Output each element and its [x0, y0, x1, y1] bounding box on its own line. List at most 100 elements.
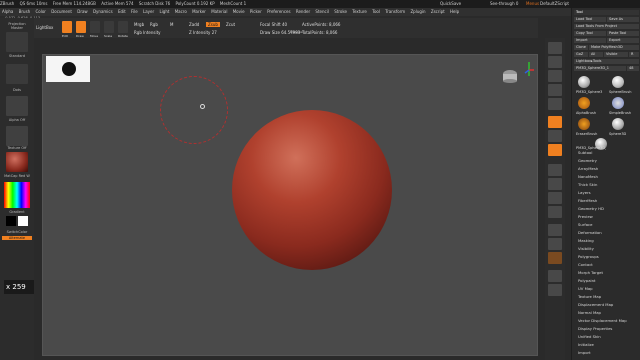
z-intensity-slider[interactable]: Z Intensity 27	[189, 30, 217, 35]
local-button[interactable]	[548, 144, 562, 156]
menu-marker[interactable]: Marker	[192, 9, 206, 14]
frame-button[interactable]	[548, 164, 562, 176]
subpanel-display-properties[interactable]: Display Properties	[578, 326, 612, 331]
quicksave-button[interactable]: QuickSave	[440, 0, 461, 8]
menu-transform[interactable]: Transform	[385, 9, 405, 14]
tool-thumb-sphere3d[interactable]	[612, 118, 624, 130]
tool-thumb-eraserbrush[interactable]	[578, 118, 590, 130]
subpanel-texture-map[interactable]: Texture Map	[578, 294, 601, 299]
menu-edit[interactable]: Edit	[118, 9, 126, 14]
subpanel-import[interactable]: Import	[578, 350, 591, 355]
all-button[interactable]: All	[589, 52, 603, 57]
tool-panel-title[interactable]: Tool	[574, 10, 639, 15]
xpose-button[interactable]	[548, 284, 562, 296]
scale-button[interactable]	[104, 21, 114, 33]
tool-thumb-alphabrush[interactable]	[578, 97, 590, 109]
color-picker[interactable]	[4, 182, 30, 208]
tool-thumb-spherebrush[interactable]	[612, 76, 624, 88]
subpanel-preview[interactable]: Preview	[578, 214, 593, 219]
rotate-view-button[interactable]	[548, 206, 562, 218]
export-button[interactable]: Export	[607, 38, 639, 43]
menu-movie[interactable]: Movie	[233, 9, 245, 14]
ghost-button[interactable]	[548, 252, 562, 264]
subpanel-vector-displacement-map[interactable]: Vector Displacement Map	[578, 318, 627, 323]
subpanel-unified-skin[interactable]: Unified Skin	[578, 334, 601, 339]
rotate-button[interactable]	[118, 21, 128, 33]
rgb-button[interactable]: Rgb	[150, 22, 158, 27]
menu-tool[interactable]: Tool	[372, 9, 380, 14]
mrgb-button[interactable]: Mrgb	[134, 22, 144, 27]
subpanel-geometry-hd[interactable]: Geometry HD	[578, 206, 604, 211]
brush-thumb[interactable]	[6, 32, 28, 52]
subpanel-subtool[interactable]: Subtool	[578, 150, 592, 155]
spix-button[interactable]	[548, 56, 562, 68]
subpanel-displacement-map[interactable]: Displacement Map	[578, 302, 613, 307]
menu-stencil[interactable]: Stencil	[315, 9, 329, 14]
zoom3d-button[interactable]	[548, 192, 562, 204]
subpanel-morph-target[interactable]: Morph Target	[578, 270, 603, 275]
goz-button[interactable]: GoZ	[574, 52, 588, 57]
focal-shift-slider[interactable]: Focal Shift 40	[260, 22, 287, 27]
projection-master-button[interactable]: Projection Master	[2, 22, 32, 30]
import-button[interactable]: Import	[574, 38, 606, 43]
tool-thumb-pm3d-sphere[interactable]	[578, 76, 590, 88]
zsub-button[interactable]: Zsub	[206, 22, 220, 27]
transp-button[interactable]	[548, 238, 562, 250]
subpanel-arraymesh[interactable]: ArrayMesh	[578, 166, 598, 171]
edit-button[interactable]	[62, 21, 72, 33]
alternate-button[interactable]: Alternate	[2, 236, 32, 240]
menu-draw[interactable]: Draw	[77, 9, 87, 14]
main-color-swatch[interactable]	[6, 216, 16, 226]
see-through-slider[interactable]: See-through 0	[490, 0, 518, 8]
actual-button[interactable]	[548, 98, 562, 110]
draw-button[interactable]	[76, 21, 86, 33]
polyf-button[interactable]	[548, 224, 562, 236]
alpha-thumb[interactable]	[6, 96, 28, 116]
menu-document[interactable]: Document	[51, 9, 72, 14]
m-button[interactable]: M	[170, 22, 173, 27]
menu-render[interactable]: Render	[296, 9, 310, 14]
rgb-intensity-slider[interactable]: Rgb Intensity	[134, 30, 161, 35]
copy-tool-button[interactable]: Copy Tool	[574, 31, 606, 36]
menu-light[interactable]: Light	[159, 9, 169, 14]
subpanel-deformation[interactable]: Deformation	[578, 230, 602, 235]
subpanel-surface[interactable]: Surface	[578, 222, 592, 227]
paste-tool-button[interactable]: Paste Tool	[607, 31, 639, 36]
default-script[interactable]: DefaultZScript	[540, 0, 569, 8]
subpanel-fibermesh[interactable]: FiberMesh	[578, 198, 597, 203]
subpanel-polygroups[interactable]: Polygroups	[578, 254, 599, 259]
move-button[interactable]	[90, 21, 100, 33]
switch-color-button[interactable]: SwitchColor	[2, 230, 32, 234]
navigation-cube-icon[interactable]	[500, 68, 520, 84]
secondary-color-swatch[interactable]	[18, 216, 28, 226]
menu-brush[interactable]: Brush	[19, 9, 31, 14]
menu-color[interactable]: Color	[35, 9, 45, 14]
bpr-button[interactable]	[548, 42, 562, 54]
floor-button[interactable]	[548, 130, 562, 142]
tool-thumb-simplebrush[interactable]	[612, 97, 624, 109]
menu-zplugin[interactable]: Zplugin	[410, 9, 425, 14]
sphere-mesh[interactable]	[232, 110, 392, 270]
material-thumb[interactable]	[6, 152, 28, 172]
subpanel-thick-skin[interactable]: Thick Skin	[578, 182, 597, 187]
subpanel-contact[interactable]: Contact	[578, 262, 593, 267]
subpanel-nanomesh[interactable]: NanoMesh	[578, 174, 598, 179]
menu-macro[interactable]: Macro	[175, 9, 187, 14]
persp-button[interactable]	[548, 116, 562, 128]
make-polymesh-button[interactable]: Make PolyMesh3D	[589, 45, 639, 50]
subpanel-visibility[interactable]: Visibility	[578, 246, 594, 251]
lightbox-button[interactable]: LightBox	[36, 25, 53, 30]
subpanel-masking[interactable]: Masking	[578, 238, 594, 243]
zadd-button[interactable]: Zadd	[189, 22, 199, 27]
menu-layer[interactable]: Layer	[143, 9, 154, 14]
stroke-thumb[interactable]	[6, 64, 28, 84]
subpanel-initialize[interactable]: Initialize	[578, 342, 594, 347]
clone-button[interactable]: Clone	[574, 45, 588, 50]
menus-button[interactable]: Menus	[526, 0, 539, 8]
menu-preferences[interactable]: Preferences	[267, 9, 291, 14]
solo-button[interactable]	[548, 270, 562, 282]
load-from-project-button[interactable]: Load Tools From Project	[574, 24, 639, 29]
subpanel-geometry[interactable]: Geometry	[578, 158, 597, 163]
visible-button[interactable]: Visible	[604, 52, 628, 57]
load-tool-button[interactable]: Load Tool	[574, 17, 606, 22]
